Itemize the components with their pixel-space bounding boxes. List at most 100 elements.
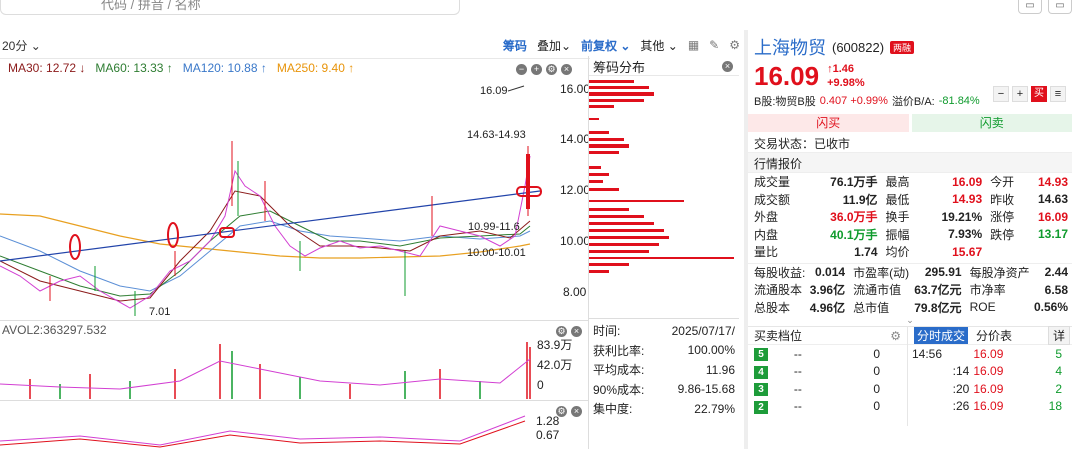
indicator-tick: 0.67 [536, 428, 559, 442]
stat-key: 成交额 [754, 191, 806, 209]
fund-key: ROE [970, 299, 1033, 317]
chip-bar [589, 144, 629, 148]
chip-distribution-panel: 筹码分布 × [589, 58, 739, 318]
volume-bars [0, 339, 588, 401]
chip-stat-value: 22.79% [657, 399, 735, 419]
stat-value: 40.1万手 [806, 226, 886, 244]
stat-value: 14.93 [1025, 173, 1068, 191]
orderbook-title: 买卖档位 [754, 327, 802, 344]
tick-time: 14:56 [912, 345, 973, 363]
ask-price: -- [794, 345, 817, 363]
ask-volume: 0 [817, 363, 904, 381]
range-annotation-1: 14.63-14.93 [467, 129, 526, 141]
minimize-icon[interactable]: − [516, 64, 527, 75]
search-input[interactable]: 代码 / 拼音 / 名称 [0, 0, 460, 15]
indicator-axis: 1.28 0.67 [536, 414, 559, 442]
chip-bar [589, 236, 669, 239]
minus-button[interactable]: − [993, 86, 1009, 102]
ask-level-badge: 4 [754, 366, 768, 379]
chip-bar [589, 86, 649, 89]
chip-stat-key: 时间: [593, 321, 657, 341]
chip-bar [589, 92, 654, 96]
orderbook-panel: 买卖档位 ⚙ 5--0 4--0 3--0 2--0 [748, 327, 908, 426]
margin-badge: 两融 [890, 41, 914, 54]
ask-level-badge: 5 [754, 348, 768, 361]
overlay-button[interactable]: 叠加⌄ [537, 37, 571, 54]
fund-value: 0.56% [1032, 299, 1068, 317]
tick-price: 16.09 [973, 363, 1034, 381]
tab-price-table[interactable]: 分价表 [976, 327, 1012, 344]
stat-value: 15.67 [920, 243, 990, 261]
flash-sell-button[interactable]: 闪卖 [912, 114, 1072, 132]
fund-key: 每股净资产 [970, 264, 1033, 282]
fund-value: 2.44 [1032, 264, 1068, 282]
other-button[interactable]: 其他 ⌄ [640, 37, 677, 54]
kline-chart[interactable]: 16.09 14.63-14.93 10.99-11.6 10.00-10.01… [0, 76, 588, 320]
fund-key: 每股收益: [754, 264, 808, 282]
fund-key: 市净率 [970, 281, 1033, 299]
stat-value: 13.17 [1025, 226, 1068, 244]
maximize-icon[interactable]: + [531, 64, 542, 75]
stock-code: (600822) [832, 40, 884, 55]
tick-time: :26 [912, 398, 973, 416]
ask-volume: 0 [817, 380, 904, 398]
close-icon[interactable]: × [571, 326, 582, 337]
stat-key: 振幅 [886, 226, 921, 244]
flash-buy-button[interactable]: 闪买 [748, 114, 909, 132]
more-icon[interactable]: ≡ [1050, 86, 1066, 102]
tab-ticks[interactable]: 分时成交 [914, 327, 968, 344]
ma120-label: MA120: 10.88 ↑ [183, 61, 267, 75]
fund-key: 总市值 [853, 299, 912, 317]
settings-icon[interactable]: ⚙ [890, 329, 901, 343]
trade-status: 交易状态：已收市 [748, 132, 1072, 153]
chip-bar [589, 229, 664, 232]
stock-name: 上海物贸 [754, 34, 826, 60]
window-button[interactable]: ▭ [1048, 0, 1072, 14]
expand-icon[interactable]: ⌄ [748, 316, 1072, 326]
highlight-marker [168, 223, 178, 247]
tick-time: :14 [912, 363, 973, 381]
chip-stat-value: 9.86-15.68 [657, 380, 735, 400]
section-title: 行情报价 [748, 153, 1072, 173]
ask-level-badge: 2 [754, 401, 768, 414]
fund-value: 6.58 [1032, 281, 1068, 299]
period-selector[interactable]: 20分 ⌄ [0, 37, 41, 54]
adjust-label: 前复权 [581, 39, 617, 53]
chip-bar [589, 215, 644, 218]
volume-tick: 0 [537, 375, 572, 395]
volume-axis: 83.9万 42.0万 0 [537, 335, 572, 395]
settings-icon[interactable]: ⚙ [729, 38, 740, 52]
chip-bar [589, 180, 603, 183]
adjust-button[interactable]: 前复权 ⌄ [581, 37, 630, 54]
chip-stat-key: 获利比率: [593, 341, 657, 361]
chip-bar [589, 99, 644, 102]
chip-bar [589, 243, 659, 246]
buy-button[interactable]: 买 [1031, 86, 1047, 102]
ma120-line [0, 221, 530, 291]
tick-price: 16.09 [973, 380, 1034, 398]
period-label: 20分 [2, 39, 27, 53]
chip-stat-value: 100.00% [657, 341, 735, 361]
overlay-label: 叠加 [537, 39, 561, 53]
close-icon[interactable]: × [571, 406, 582, 417]
close-icon[interactable]: × [722, 61, 733, 72]
stat-key: 跌停 [990, 226, 1025, 244]
close-icon[interactable]: × [561, 64, 572, 75]
indicator-line [0, 416, 525, 445]
quote-stats: 成交量76.1万手 最高16.09 今开14.93 成交额11.9亿 最低14.… [754, 173, 1068, 261]
plus-button[interactable]: + [1012, 86, 1028, 102]
indicator-lines [0, 401, 530, 450]
fund-value: 63.7亿元 [912, 281, 970, 299]
stat-value: 19.21% [920, 208, 990, 226]
price-tick: 16.00 [560, 82, 588, 96]
tick-volume: 18 [1035, 398, 1062, 416]
detail-button[interactable]: 详 [1048, 326, 1070, 345]
settings-icon[interactable]: ⚙ [546, 64, 557, 75]
draw-icon[interactable]: ✎ [709, 38, 719, 52]
window-button[interactable]: ▭ [1018, 0, 1042, 14]
grid-icon[interactable]: ▦ [688, 38, 699, 52]
fund-key: 流通市值 [853, 281, 912, 299]
chip-bar [589, 80, 634, 83]
chip-button[interactable]: 筹码 [503, 37, 527, 54]
chip-stat-key: 平均成本: [593, 360, 657, 380]
